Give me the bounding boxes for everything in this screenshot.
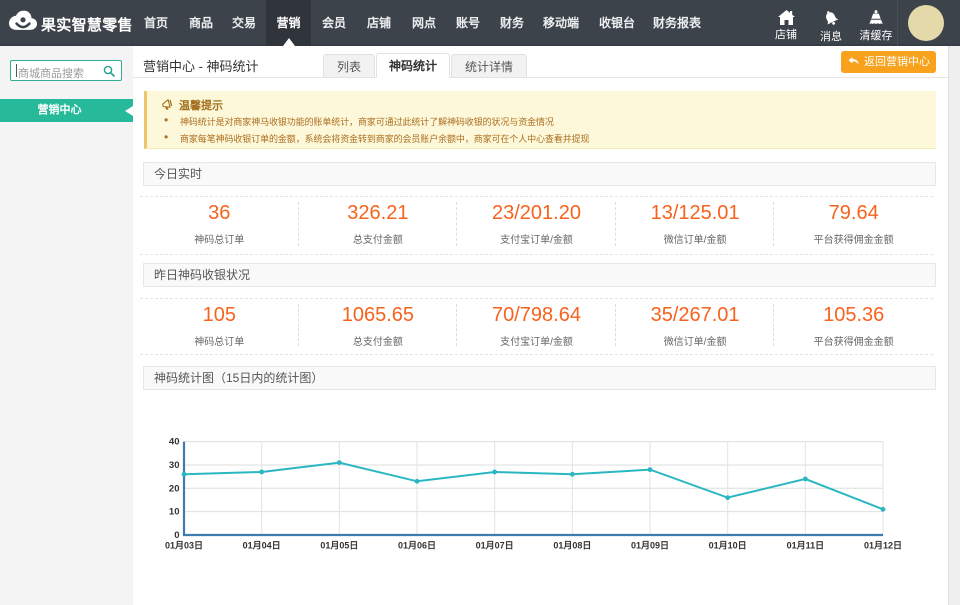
svg-text:01月05日: 01月05日 [320, 541, 358, 551]
svg-text:10: 10 [169, 507, 180, 518]
svg-text:01月10日: 01月10日 [709, 541, 747, 551]
svg-text:01月06日: 01月06日 [398, 541, 436, 551]
svg-text:01月08日: 01月08日 [553, 541, 591, 551]
svg-text:01月09日: 01月09日 [631, 541, 669, 551]
svg-text:01月11日: 01月11日 [787, 541, 825, 551]
svg-text:0: 0 [174, 530, 179, 541]
svg-text:30: 30 [169, 460, 180, 471]
svg-text:01月04日: 01月04日 [243, 541, 281, 551]
svg-text:01月07日: 01月07日 [476, 541, 514, 551]
svg-text:01月12日: 01月12日 [864, 541, 902, 551]
svg-text:01月03日: 01月03日 [165, 541, 203, 551]
svg-text:20: 20 [169, 483, 180, 494]
svg-text:40: 40 [169, 437, 180, 448]
